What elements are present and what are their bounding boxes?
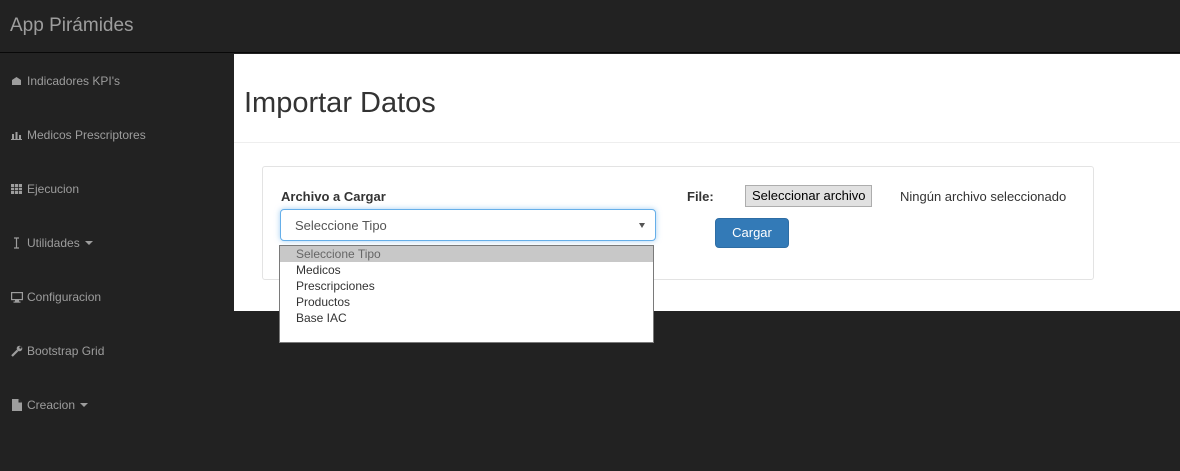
file-status-text: Ningún archivo seleccionado	[900, 189, 1067, 204]
dropdown-option[interactable]: Prescripciones	[280, 278, 653, 294]
wrench-icon	[10, 345, 23, 358]
sidebar-item-label: Utilidades	[27, 236, 80, 250]
page-title: Importar Datos	[244, 87, 436, 119]
sidebar-item-label: Bootstrap Grid	[27, 344, 105, 358]
dropdown-option[interactable]: Productos	[280, 294, 653, 310]
sidebar-item-creacion[interactable]: Creacion	[0, 378, 232, 432]
desktop-icon	[10, 291, 23, 304]
file-type-dropdown-list: Seleccione Tipo Medicos Prescripciones P…	[279, 245, 654, 343]
sidebar-item-label: Indicadores KPI's	[27, 74, 121, 88]
select-arrow-icon	[639, 223, 645, 228]
file-type-select-value: Seleccione Tipo	[295, 218, 387, 233]
bar-chart-icon	[10, 129, 23, 142]
file-input-label: File:	[687, 189, 714, 204]
sidebar: Indicadores KPI's Medicos Prescriptores …	[0, 54, 232, 471]
file-type-select[interactable]: Seleccione Tipo	[280, 209, 656, 241]
file-type-label: Archivo a Cargar	[281, 189, 386, 204]
cursor-icon	[10, 237, 23, 250]
sidebar-item-label: Ejecucion	[27, 182, 80, 196]
sidebar-item-indicadores[interactable]: Indicadores KPI's	[0, 54, 232, 108]
dropdown-option[interactable]: Medicos	[280, 262, 653, 278]
app-brand[interactable]: App Pirámides	[10, 15, 134, 37]
caret-down-icon	[80, 403, 89, 407]
sidebar-item-ejecucion[interactable]: Ejecucion	[0, 162, 232, 216]
table-icon	[10, 183, 23, 196]
sidebar-item-utilidades[interactable]: Utilidades	[0, 216, 232, 270]
dashboard-icon	[10, 75, 23, 88]
file-icon	[10, 399, 23, 412]
sidebar-item-bootstrap-grid[interactable]: Bootstrap Grid	[0, 324, 232, 378]
dropdown-option[interactable]: Seleccione Tipo	[280, 246, 653, 262]
title-divider	[234, 142, 1180, 143]
dropdown-option[interactable]: Base IAC	[280, 310, 653, 326]
sidebar-item-medicos-prescriptores[interactable]: Medicos Prescriptores	[0, 108, 232, 162]
top-navbar: App Pirámides	[0, 0, 1180, 53]
choose-file-button[interactable]: Seleccionar archivo	[745, 185, 873, 207]
sidebar-item-label: Creacion	[27, 398, 76, 412]
sidebar-item-configuracion[interactable]: Configuracion	[0, 270, 232, 324]
sidebar-item-label: Medicos Prescriptores	[27, 128, 146, 142]
caret-down-icon	[84, 241, 93, 245]
upload-button[interactable]: Cargar	[715, 218, 789, 248]
sidebar-item-label: Configuracion	[27, 290, 102, 304]
